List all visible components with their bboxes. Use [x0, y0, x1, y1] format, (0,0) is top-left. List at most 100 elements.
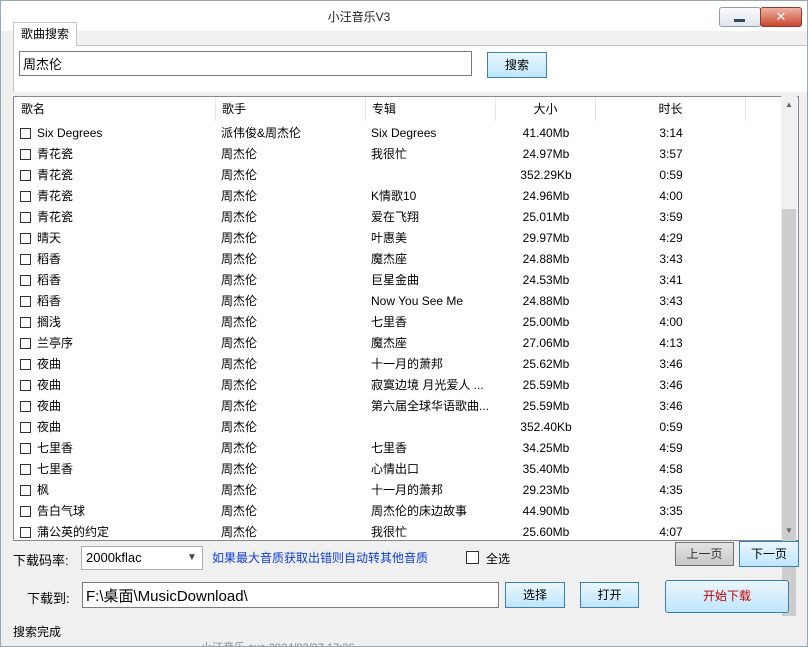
- scroll-up-icon[interactable]: ▲: [781, 96, 797, 113]
- table-row[interactable]: 青花瓷 周杰伦 爱在飞翔 25.01Mb 3:59: [14, 207, 798, 228]
- download-path-input[interactable]: [82, 582, 499, 608]
- table-row[interactable]: 青花瓷 周杰伦 我很忙 24.97Mb 3:57: [14, 144, 798, 165]
- file-size: 34.25Mb: [522, 441, 570, 455]
- bitrate-value: 2000kflac: [86, 550, 142, 565]
- row-checkbox[interactable]: [20, 170, 31, 181]
- duration: 3:14: [659, 126, 683, 140]
- scroll-down-icon[interactable]: ▼: [781, 522, 797, 539]
- song-title: 青花瓷: [37, 168, 74, 182]
- quality-hint: 如果最大音质获取出错则自动转其他音质: [212, 551, 429, 565]
- row-checkbox[interactable]: [20, 464, 31, 475]
- row-checkbox[interactable]: [20, 527, 31, 538]
- file-size: 25.62Mb: [522, 357, 570, 371]
- artist: 周杰伦: [221, 504, 258, 518]
- table-row[interactable]: 七里香 周杰伦 心情出口 35.40Mb 4:58: [14, 459, 798, 480]
- row-checkbox[interactable]: [20, 380, 31, 391]
- results-table[interactable]: 歌名 歌手 专辑 大小 时长 Six Degrees 派伟俊&周杰伦 Six Deg…: [13, 96, 799, 541]
- row-checkbox[interactable]: [20, 149, 31, 160]
- row-checkbox[interactable]: [20, 317, 31, 328]
- album: 我很忙: [371, 147, 408, 161]
- duration: 4:07: [659, 525, 683, 539]
- artist: 周杰伦: [221, 483, 258, 497]
- column-header-title[interactable]: 歌名: [14, 97, 216, 121]
- choose-folder-button[interactable]: 选择: [505, 582, 565, 608]
- artist: 周杰伦: [221, 525, 258, 539]
- file-size: 41.40Mb: [522, 126, 570, 140]
- file-size: 25.60Mb: [522, 525, 570, 539]
- row-checkbox[interactable]: [20, 212, 31, 223]
- album: 周杰伦的床边故事: [371, 504, 468, 518]
- song-title: 稻香: [37, 294, 62, 308]
- album: 爱在飞翔: [371, 210, 420, 224]
- column-header-album[interactable]: 专辑: [366, 97, 496, 121]
- select-all-checkbox[interactable]: [466, 551, 479, 564]
- artist: 周杰伦: [221, 147, 258, 161]
- table-row[interactable]: 夜曲 周杰伦 十一月的萧邦 25.62Mb 3:46: [14, 354, 798, 375]
- column-header-size[interactable]: 大小: [496, 97, 596, 121]
- table-row[interactable]: 枫 周杰伦 十一月的萧邦 29.23Mb 4:35: [14, 480, 798, 501]
- chevron-down-icon: ▼: [187, 552, 197, 563]
- row-checkbox[interactable]: [20, 422, 31, 433]
- row-checkbox[interactable]: [20, 359, 31, 370]
- table-row[interactable]: 七里香 周杰伦 七里香 34.25Mb 4:59: [14, 438, 798, 459]
- prev-page-button[interactable]: 上一页: [675, 542, 734, 566]
- file-size: 352.29Kb: [520, 168, 572, 182]
- row-checkbox[interactable]: [20, 506, 31, 517]
- artist: 周杰伦: [221, 189, 258, 203]
- close-icon: ✕: [775, 9, 787, 24]
- table-row[interactable]: 夜曲 周杰伦 第六届全球华语歌曲... 25.59Mb 3:46: [14, 396, 798, 417]
- album: [371, 165, 496, 186]
- table-row[interactable]: 夜曲 周杰伦 352.40Kb 0:59: [14, 417, 798, 438]
- row-checkbox[interactable]: [20, 233, 31, 244]
- album: 十一月的萧邦: [371, 357, 444, 371]
- column-header-duration[interactable]: 时长: [596, 97, 746, 121]
- artist: 周杰伦: [221, 357, 258, 371]
- row-checkbox[interactable]: [20, 128, 31, 139]
- row-checkbox[interactable]: [20, 254, 31, 265]
- duration: 3:46: [659, 399, 683, 413]
- minimize-button[interactable]: [719, 7, 761, 27]
- row-checkbox[interactable]: [20, 296, 31, 307]
- next-page-button[interactable]: 下一页: [739, 541, 799, 567]
- duration: 4:13: [659, 336, 683, 350]
- duration: 3:57: [659, 147, 683, 161]
- artist: 周杰伦: [221, 315, 258, 329]
- table-row[interactable]: 青花瓷 周杰伦 352.29Kb 0:59: [14, 165, 798, 186]
- row-checkbox[interactable]: [20, 485, 31, 496]
- table-row[interactable]: 稻香 周杰伦 巨星金曲 24.53Mb 3:41: [14, 270, 798, 291]
- table-row[interactable]: 兰亭序 周杰伦 魔杰座 27.06Mb 4:13: [14, 333, 798, 354]
- album: 心情出口: [371, 462, 420, 476]
- table-row[interactable]: 告白气球 周杰伦 周杰伦的床边故事 44.90Mb 3:35: [14, 501, 798, 522]
- song-title: 搁浅: [37, 315, 62, 329]
- row-checkbox[interactable]: [20, 338, 31, 349]
- open-folder-button[interactable]: 打开: [580, 582, 639, 608]
- table-row[interactable]: 晴天 周杰伦 叶惠美 29.97Mb 4:29: [14, 228, 798, 249]
- table-row[interactable]: 青花瓷 周杰伦 K情歌10 24.96Mb 4:00: [14, 186, 798, 207]
- file-size: 24.53Mb: [522, 273, 570, 287]
- column-header-artist[interactable]: 歌手: [216, 97, 366, 121]
- title-bar[interactable]: 小汪音乐V3 ✕: [1, 1, 807, 31]
- artist: 周杰伦: [221, 210, 258, 224]
- row-checkbox[interactable]: [20, 443, 31, 454]
- table-row[interactable]: 夜曲 周杰伦 寂寞边境 月光爱人 ... 25.59Mb 3:46: [14, 375, 798, 396]
- close-button[interactable]: ✕: [760, 7, 802, 27]
- search-input[interactable]: [19, 51, 472, 76]
- duration: 3:41: [659, 273, 683, 287]
- vertical-scrollbar[interactable]: ▲ ▼: [781, 96, 797, 616]
- row-checkbox[interactable]: [20, 401, 31, 412]
- table-row[interactable]: Six Degrees 派伟俊&周杰伦 Six Degrees 41.40Mb 3:14: [14, 123, 798, 144]
- table-row[interactable]: 搁浅 周杰伦 七里香 25.00Mb 4:00: [14, 312, 798, 333]
- song-title: 夜曲: [37, 420, 62, 434]
- start-download-button[interactable]: 开始下载: [665, 580, 789, 613]
- table-row[interactable]: 稻香 周杰伦 魔杰座 24.88Mb 3:43: [14, 249, 798, 270]
- artist: 周杰伦: [221, 231, 258, 245]
- search-button[interactable]: 搜索: [487, 52, 547, 78]
- row-checkbox[interactable]: [20, 191, 31, 202]
- bitrate-select[interactable]: 2000kflac ▼: [81, 546, 203, 570]
- table-row[interactable]: 稻香 周杰伦 Now You See Me 24.88Mb 3:43: [14, 291, 798, 312]
- tab-song-search[interactable]: 歌曲搜索: [13, 22, 77, 46]
- row-checkbox[interactable]: [20, 275, 31, 286]
- duration: 3:59: [659, 210, 683, 224]
- table-row[interactable]: 蒲公英的约定 周杰伦 我很忙 25.60Mb 4:07: [14, 522, 798, 540]
- select-all-label[interactable]: 全选: [486, 550, 510, 567]
